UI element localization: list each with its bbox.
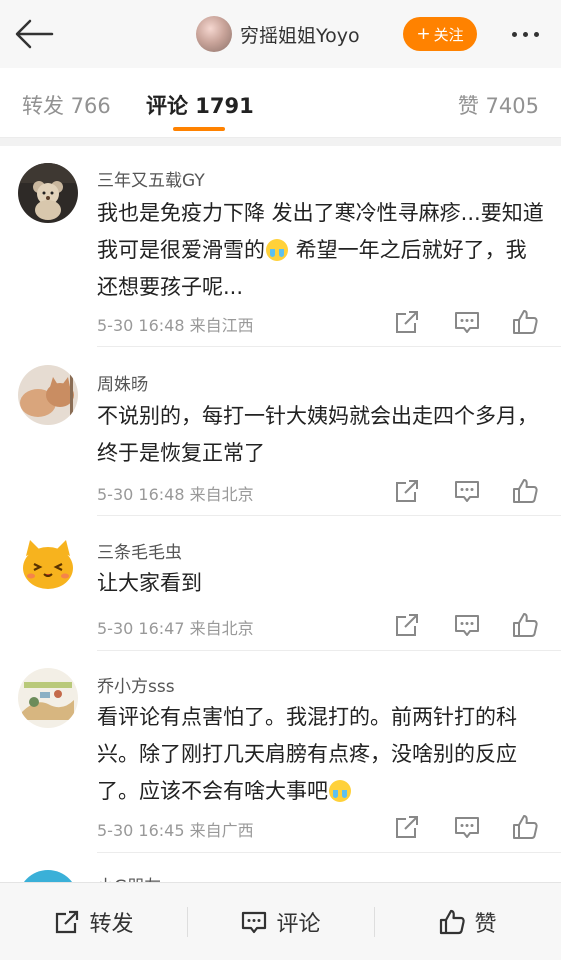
thumbs-up-icon[interactable] <box>511 611 539 639</box>
comment-meta: 5-30 16:45 来自广西 <box>97 821 254 840</box>
tab-comment[interactable]: 评论 1791 <box>146 90 254 120</box>
tab-like[interactable]: 赞 7405 <box>458 90 539 120</box>
repost-label: 转发 <box>89 912 134 937</box>
comment-actions <box>393 813 543 841</box>
reply-icon[interactable] <box>453 308 481 336</box>
reply-icon[interactable] <box>453 477 481 505</box>
reply-icon[interactable] <box>453 813 481 841</box>
back-button[interactable] <box>14 14 54 54</box>
comment-divider <box>97 650 561 651</box>
comment-actions <box>393 611 543 639</box>
commenter-avatar[interactable] <box>18 163 78 223</box>
section-gap <box>0 138 561 146</box>
author-info[interactable]: 穷摇姐姐Yoyo <box>196 14 360 54</box>
comment-meta: 5-30 16:48 来自江西 <box>97 316 254 335</box>
comment-label: 评论 <box>276 912 321 937</box>
comment-icon <box>242 911 267 934</box>
arrow-left-icon <box>15 19 54 49</box>
more-dots-icon <box>511 31 517 37</box>
author-avatar[interactable] <box>196 16 232 52</box>
comment-button[interactable]: 评论 <box>187 883 374 960</box>
illustration-avatar-icon <box>18 668 78 728</box>
bottom-action-bar: 转发 评论 赞 <box>0 882 561 960</box>
thumbs-up-icon[interactable] <box>511 308 539 336</box>
comment-text: 看评论有点害怕了。我混打的。前两针打的科兴。除了刚打几天肩膀有点疼，没啥别的反应… <box>97 699 547 810</box>
share-icon[interactable] <box>393 611 421 639</box>
comment-actions <box>393 308 543 336</box>
comment-text: 让大家看到 <box>97 571 202 595</box>
thumbs-up-icon[interactable] <box>511 477 539 505</box>
plus-icon: + <box>416 24 431 44</box>
comment-meta: 5-30 16:48 来自北京 <box>97 485 254 504</box>
comment-actions <box>393 477 543 505</box>
commenter-name[interactable]: 乔小方sss <box>97 672 175 697</box>
comment-text: 不说别的，每打一针大姨妈就会出走四个多月，终于是恢复正常了 <box>97 404 538 465</box>
tab-bar: 转发 766 评论 1791 赞 7405 <box>0 68 561 138</box>
commenter-name[interactable]: 小G朋友 <box>97 872 161 882</box>
repost-icon <box>56 910 79 934</box>
active-tab-indicator <box>173 127 225 131</box>
commenter-name[interactable]: 周姝旸 <box>97 370 148 395</box>
more-options-button[interactable] <box>505 22 545 46</box>
repost-button[interactable]: 转发 <box>0 883 187 960</box>
commenter-avatar[interactable] <box>18 870 78 882</box>
comment-item: 小G朋友 <box>0 853 561 882</box>
more-dot <box>522 31 528 37</box>
like-label: 赞 <box>474 912 497 937</box>
teddy-bear-avatar-icon <box>18 163 78 223</box>
crying-emoji-icon <box>266 239 288 261</box>
share-icon[interactable] <box>393 813 421 841</box>
commenter-name[interactable]: 三年又五载GY <box>97 166 205 191</box>
comment-divider <box>97 346 561 347</box>
comment-divider <box>97 515 561 516</box>
thumbs-up-icon <box>440 909 466 935</box>
top-header: 穷摇姐姐Yoyo + 关注 <box>0 0 561 68</box>
yellow-cat-avatar-icon <box>18 534 78 594</box>
crying-emoji-icon <box>329 780 351 802</box>
tab-repost[interactable]: 转发 766 <box>22 90 111 120</box>
like-button[interactable]: 赞 <box>374 883 561 960</box>
cat-photo-avatar-icon <box>18 365 78 425</box>
commenter-avatar[interactable] <box>18 534 78 594</box>
author-name[interactable]: 穷摇姐姐Yoyo <box>240 21 360 48</box>
reply-icon[interactable] <box>453 611 481 639</box>
share-icon[interactable] <box>393 477 421 505</box>
follow-button[interactable]: + 关注 <box>403 17 477 51</box>
commenter-avatar[interactable] <box>18 668 78 728</box>
comment-text: 我也是免疫力下降 发出了寒冷性寻麻疹...要知道我可是很爱滑雪的 希望一年之后就… <box>97 195 547 306</box>
thumbs-up-icon[interactable] <box>511 813 539 841</box>
comment-meta: 5-30 16:47 来自北京 <box>97 619 254 638</box>
comment-text-part: 看评论有点害怕了。我混打的。前两针打的科兴。除了刚打几天肩膀有点疼，没啥别的反应… <box>97 705 517 803</box>
share-icon[interactable] <box>393 308 421 336</box>
commenter-avatar[interactable] <box>18 365 78 425</box>
more-dot <box>533 31 539 37</box>
commenter-name[interactable]: 三条毛毛虫 <box>97 538 182 563</box>
follow-label: 关注 <box>433 25 464 44</box>
